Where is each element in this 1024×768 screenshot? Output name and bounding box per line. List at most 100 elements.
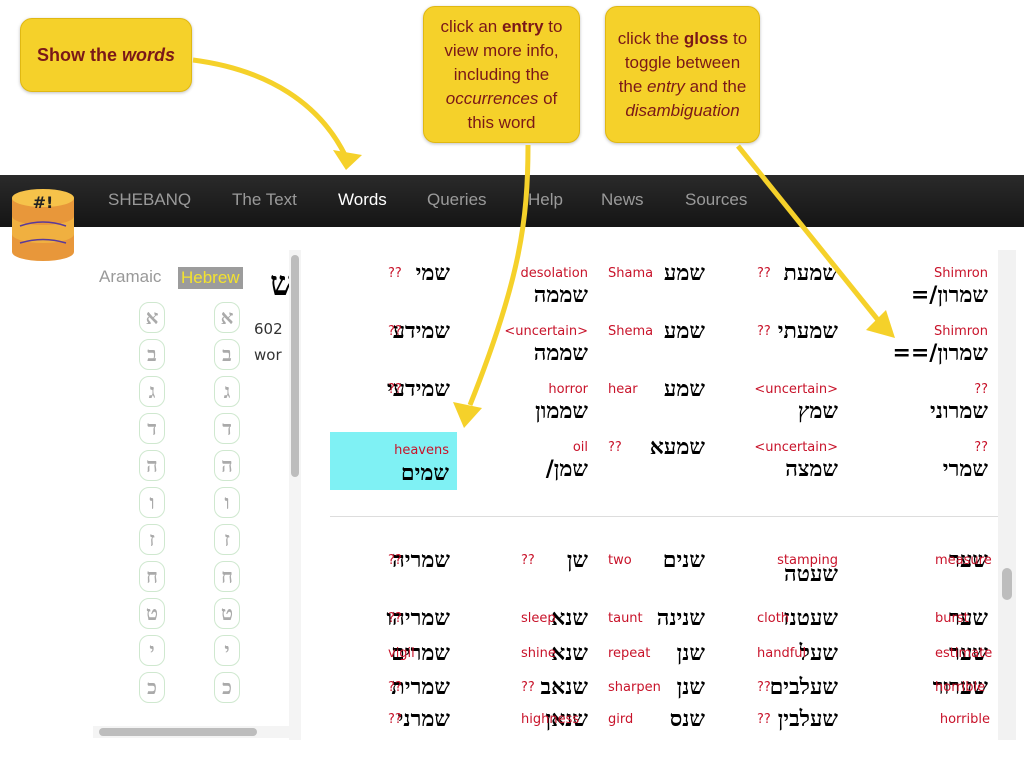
entry-hebrew[interactable]: שנינה	[657, 605, 705, 631]
nav-the-text[interactable]: The Text	[232, 190, 297, 210]
entry-gloss[interactable]: ??	[974, 382, 988, 398]
entry-gloss[interactable]: Shama	[608, 266, 653, 282]
letter-button[interactable]: ב	[214, 339, 240, 370]
entry-gloss[interactable]: highness	[521, 712, 579, 728]
entry-hebrew[interactable]: שמעת	[784, 260, 838, 286]
letter-button[interactable]: ז	[214, 524, 240, 555]
entry-gloss[interactable]: desolation	[521, 266, 588, 282]
letter-button[interactable]: ו	[214, 487, 240, 518]
entry-gloss[interactable]: ??	[388, 324, 402, 340]
letter-button[interactable]: י	[214, 635, 240, 666]
nav-queries[interactable]: Queries	[427, 190, 487, 210]
entry-gloss[interactable]: gird	[608, 712, 633, 728]
entry-hebrew[interactable]: שמרון/==	[892, 340, 988, 366]
entry-gloss[interactable]: oil	[573, 440, 588, 456]
left-pane-horizontal-scrollbar[interactable]	[93, 726, 289, 738]
entry-hebrew[interactable]: שן	[567, 547, 588, 573]
entry-hebrew[interactable]: שמים	[401, 460, 449, 486]
entry-gloss[interactable]: ??	[757, 680, 771, 696]
left-pane-scrollbar[interactable]	[289, 250, 301, 740]
entry-gloss[interactable]: vigil	[388, 646, 415, 662]
entry-gloss[interactable]: ??	[388, 382, 402, 398]
entry-hebrew[interactable]: שמע	[664, 376, 705, 402]
nav-shebanq[interactable]: SHEBANQ	[108, 190, 191, 210]
entry-gloss[interactable]: horrible	[935, 680, 985, 696]
entry-gloss[interactable]: cloth	[757, 611, 789, 627]
entry-hebrew[interactable]: שנן	[677, 640, 705, 666]
entry-gloss[interactable]: measure	[935, 553, 992, 569]
letter-button[interactable]: ה	[214, 450, 240, 481]
nav-words[interactable]: Words	[338, 190, 387, 210]
entry-gloss[interactable]: sharpen	[608, 680, 661, 696]
entry-hebrew[interactable]: שמע	[664, 260, 705, 286]
letter-button[interactable]: ד	[214, 413, 240, 444]
letter-button[interactable]: ד	[139, 413, 165, 444]
letter-button[interactable]: כ	[139, 672, 165, 703]
entry-gloss[interactable]: horror	[548, 382, 588, 398]
entry-gloss[interactable]: handful	[757, 646, 806, 662]
scrollbar-thumb[interactable]	[291, 255, 299, 477]
entry-hebrew[interactable]: שעלבים	[770, 674, 838, 700]
entry-hebrew[interactable]: שנאב	[541, 674, 588, 700]
entry-hebrew[interactable]: שמרוני	[930, 398, 988, 424]
letter-button[interactable]: ו	[139, 487, 165, 518]
nav-news[interactable]: News	[601, 190, 644, 210]
nav-sources[interactable]: Sources	[685, 190, 747, 210]
entry-gloss[interactable]: Shimron	[934, 266, 988, 282]
entry-hebrew[interactable]: שמצה	[785, 456, 838, 482]
letter-button[interactable]: ז	[139, 524, 165, 555]
entry-hebrew[interactable]: שעלבין	[778, 706, 838, 732]
entry-gloss[interactable]: ??	[608, 440, 622, 456]
entry-hebrew[interactable]: שמעא	[650, 434, 705, 460]
entry-hebrew[interactable]: שעטנז	[783, 605, 838, 631]
entry-hebrew[interactable]: שנא	[551, 640, 588, 666]
entry-gloss[interactable]: burst	[935, 611, 969, 627]
entry-gloss[interactable]: stamping	[777, 553, 838, 569]
letter-button[interactable]: ה	[139, 450, 165, 481]
word-list-scrollbar[interactable]	[998, 250, 1016, 740]
entry-gloss[interactable]: estimate	[935, 646, 992, 662]
entry-hebrew[interactable]: שמעתי	[778, 318, 838, 344]
entry-gloss[interactable]: ??	[388, 712, 402, 728]
nav-help[interactable]: Help	[528, 190, 563, 210]
entry-gloss[interactable]: Shema	[608, 324, 653, 340]
entry-gloss[interactable]: horrible	[940, 712, 990, 728]
entry-gloss[interactable]: ??	[521, 680, 535, 696]
entry-gloss[interactable]: ??	[757, 324, 771, 340]
entry-hebrew[interactable]: שממון	[535, 398, 588, 424]
entry-gloss[interactable]: repeat	[608, 646, 650, 662]
entry-gloss[interactable]: <uncertain>	[504, 324, 588, 340]
entry-hebrew[interactable]: שמרני	[398, 706, 450, 732]
entry-hebrew[interactable]: שנא	[551, 605, 588, 631]
scrollbar-thumb[interactable]	[1002, 568, 1012, 600]
letter-button[interactable]: כ	[214, 672, 240, 703]
shebanq-logo-icon[interactable]: #!	[10, 188, 76, 262]
entry-gloss[interactable]: ??	[388, 611, 402, 627]
entry-gloss[interactable]: ??	[757, 266, 771, 282]
entry-hebrew[interactable]: שמרון/=	[911, 282, 988, 308]
entry-hebrew[interactable]: שממה	[534, 282, 588, 308]
letter-button[interactable]: ט	[139, 598, 165, 629]
scrollbar-thumb[interactable]	[99, 728, 257, 736]
entry-gloss[interactable]: taunt	[608, 611, 643, 627]
entry-gloss[interactable]: Shimron	[934, 324, 988, 340]
entry-hebrew[interactable]: שנס	[670, 706, 705, 732]
entry-gloss[interactable]: ??	[757, 712, 771, 728]
letter-button[interactable]: ג	[214, 376, 240, 407]
language-aramaic-tab[interactable]: Aramaic	[99, 267, 161, 287]
entry-hebrew[interactable]: שמץ	[798, 398, 838, 424]
entry-gloss[interactable]: ??	[388, 680, 402, 696]
entry-gloss[interactable]: sleep	[521, 611, 556, 627]
entry-gloss[interactable]: heavens	[394, 443, 449, 459]
letter-button[interactable]: ח	[139, 561, 165, 592]
entry-gloss[interactable]: ??	[974, 440, 988, 456]
entry-gloss[interactable]: ??	[388, 553, 402, 569]
letter-button[interactable]: ט	[214, 598, 240, 629]
entry-hebrew[interactable]: שממה	[534, 340, 588, 366]
letter-button[interactable]: א	[214, 302, 240, 333]
language-hebrew-tab[interactable]: Hebrew	[178, 267, 243, 289]
entry-hebrew[interactable]: שמן/	[546, 456, 588, 482]
letter-button[interactable]: ח	[214, 561, 240, 592]
entry-hebrew[interactable]: שמי	[416, 260, 450, 286]
entry-gloss[interactable]: ??	[388, 266, 402, 282]
